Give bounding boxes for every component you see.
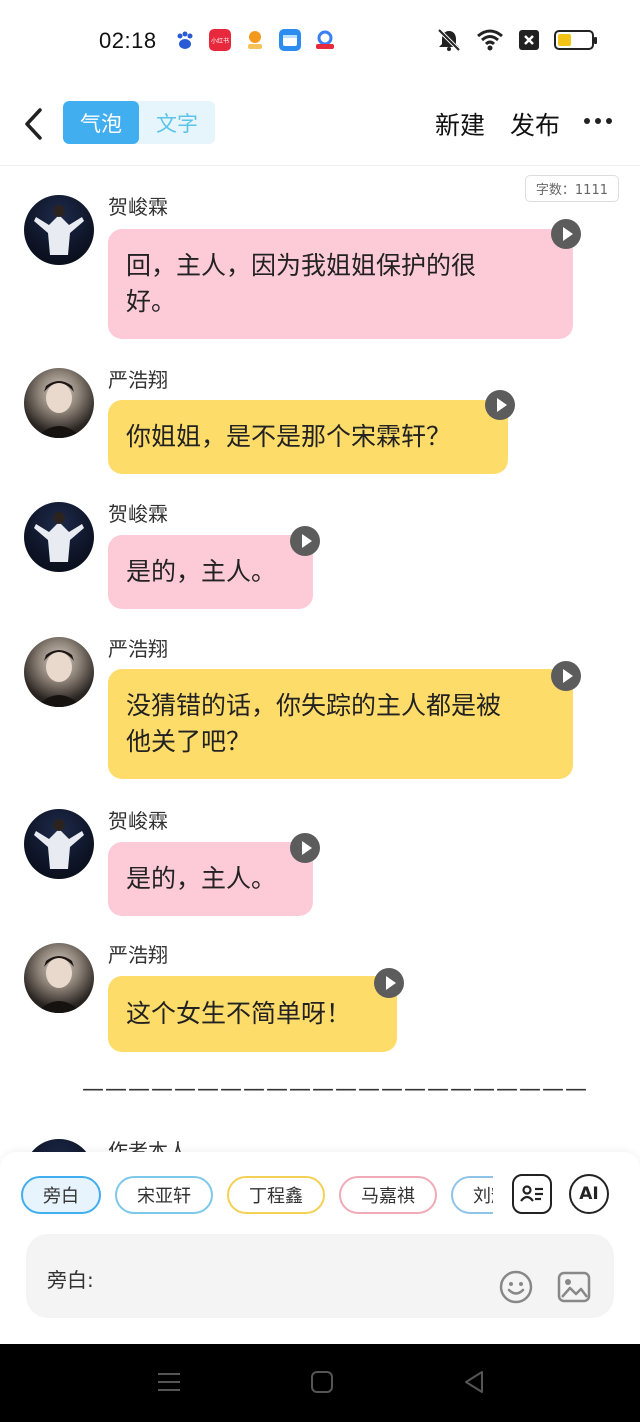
back-arrow-icon	[25, 108, 42, 140]
speaker-name: 贺峻霖	[108, 809, 168, 833]
play-voice-button[interactable]	[290, 833, 320, 863]
emoji-icon	[499, 1270, 533, 1304]
speaker-name: 严浩翔	[108, 637, 168, 661]
emoji-button[interactable]	[498, 1269, 534, 1305]
chat-area[interactable]: 字数：1111 贺峻霖 回，主人，因为我姐姐保护的很 好。 严浩翔 你姐姐，是不…	[0, 167, 640, 1152]
publish-button[interactable]: 发布	[510, 106, 560, 142]
character-chip[interactable]: 丁程鑫	[227, 1176, 325, 1214]
chat-bubble[interactable]: 没猜错的话，你失踪的主人都是被 他关了吧？	[108, 669, 573, 779]
speaker-name: 严浩翔	[108, 943, 168, 967]
more-dot	[584, 118, 590, 124]
status-indicators	[436, 28, 597, 52]
bubble-text: 你姐姐，是不是那个宋霖轩？	[126, 422, 452, 451]
contact-card-icon	[520, 1185, 543, 1202]
avatar[interactable]	[24, 502, 94, 572]
battery-level	[558, 34, 571, 46]
avatar-figure	[34, 205, 84, 255]
bubble-text: 这个女生不简单呀！	[126, 999, 352, 1028]
bubble-text-line: 好。	[126, 287, 177, 316]
avatar[interactable]	[24, 809, 94, 879]
bubble-text: 是的，主人。	[126, 864, 277, 893]
app-icon	[244, 29, 266, 51]
composer-panel: 旁白 宋亚轩 丁程鑫 马嘉祺 刘耀 AI 旁白:	[0, 1152, 640, 1344]
ai-button[interactable]: AI	[569, 1174, 609, 1214]
avatar-figure	[34, 819, 84, 869]
avatar-figure	[36, 381, 82, 438]
status-time: 02:18	[99, 28, 157, 53]
status-bar: 02:18 小红书	[0, 0, 640, 82]
speaker-name: 作者本人	[108, 1139, 188, 1152]
chat-bubble[interactable]: 是的，主人。	[108, 842, 313, 916]
files-icon	[279, 29, 301, 51]
speaker-name: 贺峻霖	[108, 195, 168, 219]
word-count-badge: 字数：1111	[524, 175, 619, 202]
system-nav-bar	[0, 1344, 640, 1422]
menu-icon	[158, 1373, 180, 1391]
chat-bubble[interactable]: 是的，主人。	[108, 535, 313, 609]
avatar[interactable]	[24, 368, 94, 438]
chat-bubble[interactable]: 回，主人，因为我姐姐保护的很 好。	[108, 229, 573, 339]
speaker-name: 贺峻霖	[108, 502, 168, 526]
bubble-text-line: 他关了吧？	[126, 727, 252, 756]
tab-bubble[interactable]: 气泡	[63, 101, 139, 144]
avatar-figure	[36, 956, 82, 1013]
avatar[interactable]	[24, 637, 94, 707]
back-button[interactable]	[18, 104, 50, 144]
battery-icon	[554, 30, 597, 50]
more-dot	[606, 118, 612, 124]
play-voice-button[interactable]	[290, 526, 320, 556]
avatar-figure	[34, 512, 84, 562]
play-voice-button[interactable]	[485, 390, 515, 420]
bubble-text-line: 没猜错的话，你失踪的主人都是被	[126, 691, 502, 720]
message-input[interactable]: 旁白:	[26, 1234, 614, 1318]
more-dot	[595, 118, 601, 124]
app-screen: 02:18 小红书 气泡 文字 新建 发布 字数：1111 贺峻霖 回，主人，因…	[0, 0, 640, 1422]
baidu-icon	[174, 29, 196, 51]
image-button[interactable]	[556, 1269, 592, 1305]
sim-icon	[519, 30, 539, 50]
view-mode-toggle: 气泡 文字	[63, 101, 215, 144]
bubble-text-line: 回，主人，因为我姐姐保护的很	[126, 251, 477, 280]
play-voice-button[interactable]	[374, 968, 404, 998]
character-chip[interactable]: 马嘉祺	[339, 1176, 437, 1214]
character-manage-button[interactable]	[512, 1174, 552, 1214]
mute-icon	[437, 28, 461, 52]
text-divider: ——————————————————————	[82, 1077, 588, 1102]
tab-text[interactable]: 文字	[139, 101, 215, 144]
app-icon-2	[314, 29, 336, 51]
home-icon	[311, 1371, 333, 1393]
play-voice-button[interactable]	[551, 661, 581, 691]
input-speaker-label: 旁白:	[47, 1268, 94, 1292]
back-triangle-icon	[465, 1371, 483, 1393]
speaker-name: 严浩翔	[108, 368, 168, 392]
home-button[interactable]	[310, 1370, 334, 1398]
notification-icons: 小红书	[174, 29, 336, 51]
back-nav-button[interactable]	[462, 1370, 486, 1398]
bubble-text: 是的，主人。	[126, 557, 277, 586]
avatar[interactable]	[24, 943, 94, 1013]
play-voice-button[interactable]	[551, 219, 581, 249]
image-icon	[557, 1271, 591, 1303]
chat-bubble[interactable]: 你姐姐，是不是那个宋霖轩？	[108, 400, 508, 474]
wifi-icon	[477, 29, 503, 51]
avatar[interactable]	[24, 195, 94, 265]
new-button[interactable]: 新建	[435, 106, 485, 142]
character-chip[interactable]: 刘耀	[451, 1176, 493, 1214]
recent-apps-button[interactable]	[157, 1370, 181, 1398]
character-chip[interactable]: 宋亚轩	[115, 1176, 213, 1214]
more-button[interactable]	[584, 118, 612, 124]
avatar-figure	[36, 650, 82, 707]
top-bar: 气泡 文字 新建 发布	[0, 92, 640, 166]
character-chip-narrator[interactable]: 旁白	[21, 1176, 101, 1214]
character-selector: 旁白 宋亚轩 丁程鑫 马嘉祺 刘耀	[21, 1176, 493, 1216]
chat-bubble[interactable]: 这个女生不简单呀！	[108, 976, 397, 1052]
xiaohongshu-icon: 小红书	[209, 29, 231, 51]
avatar[interactable]	[24, 1139, 94, 1152]
